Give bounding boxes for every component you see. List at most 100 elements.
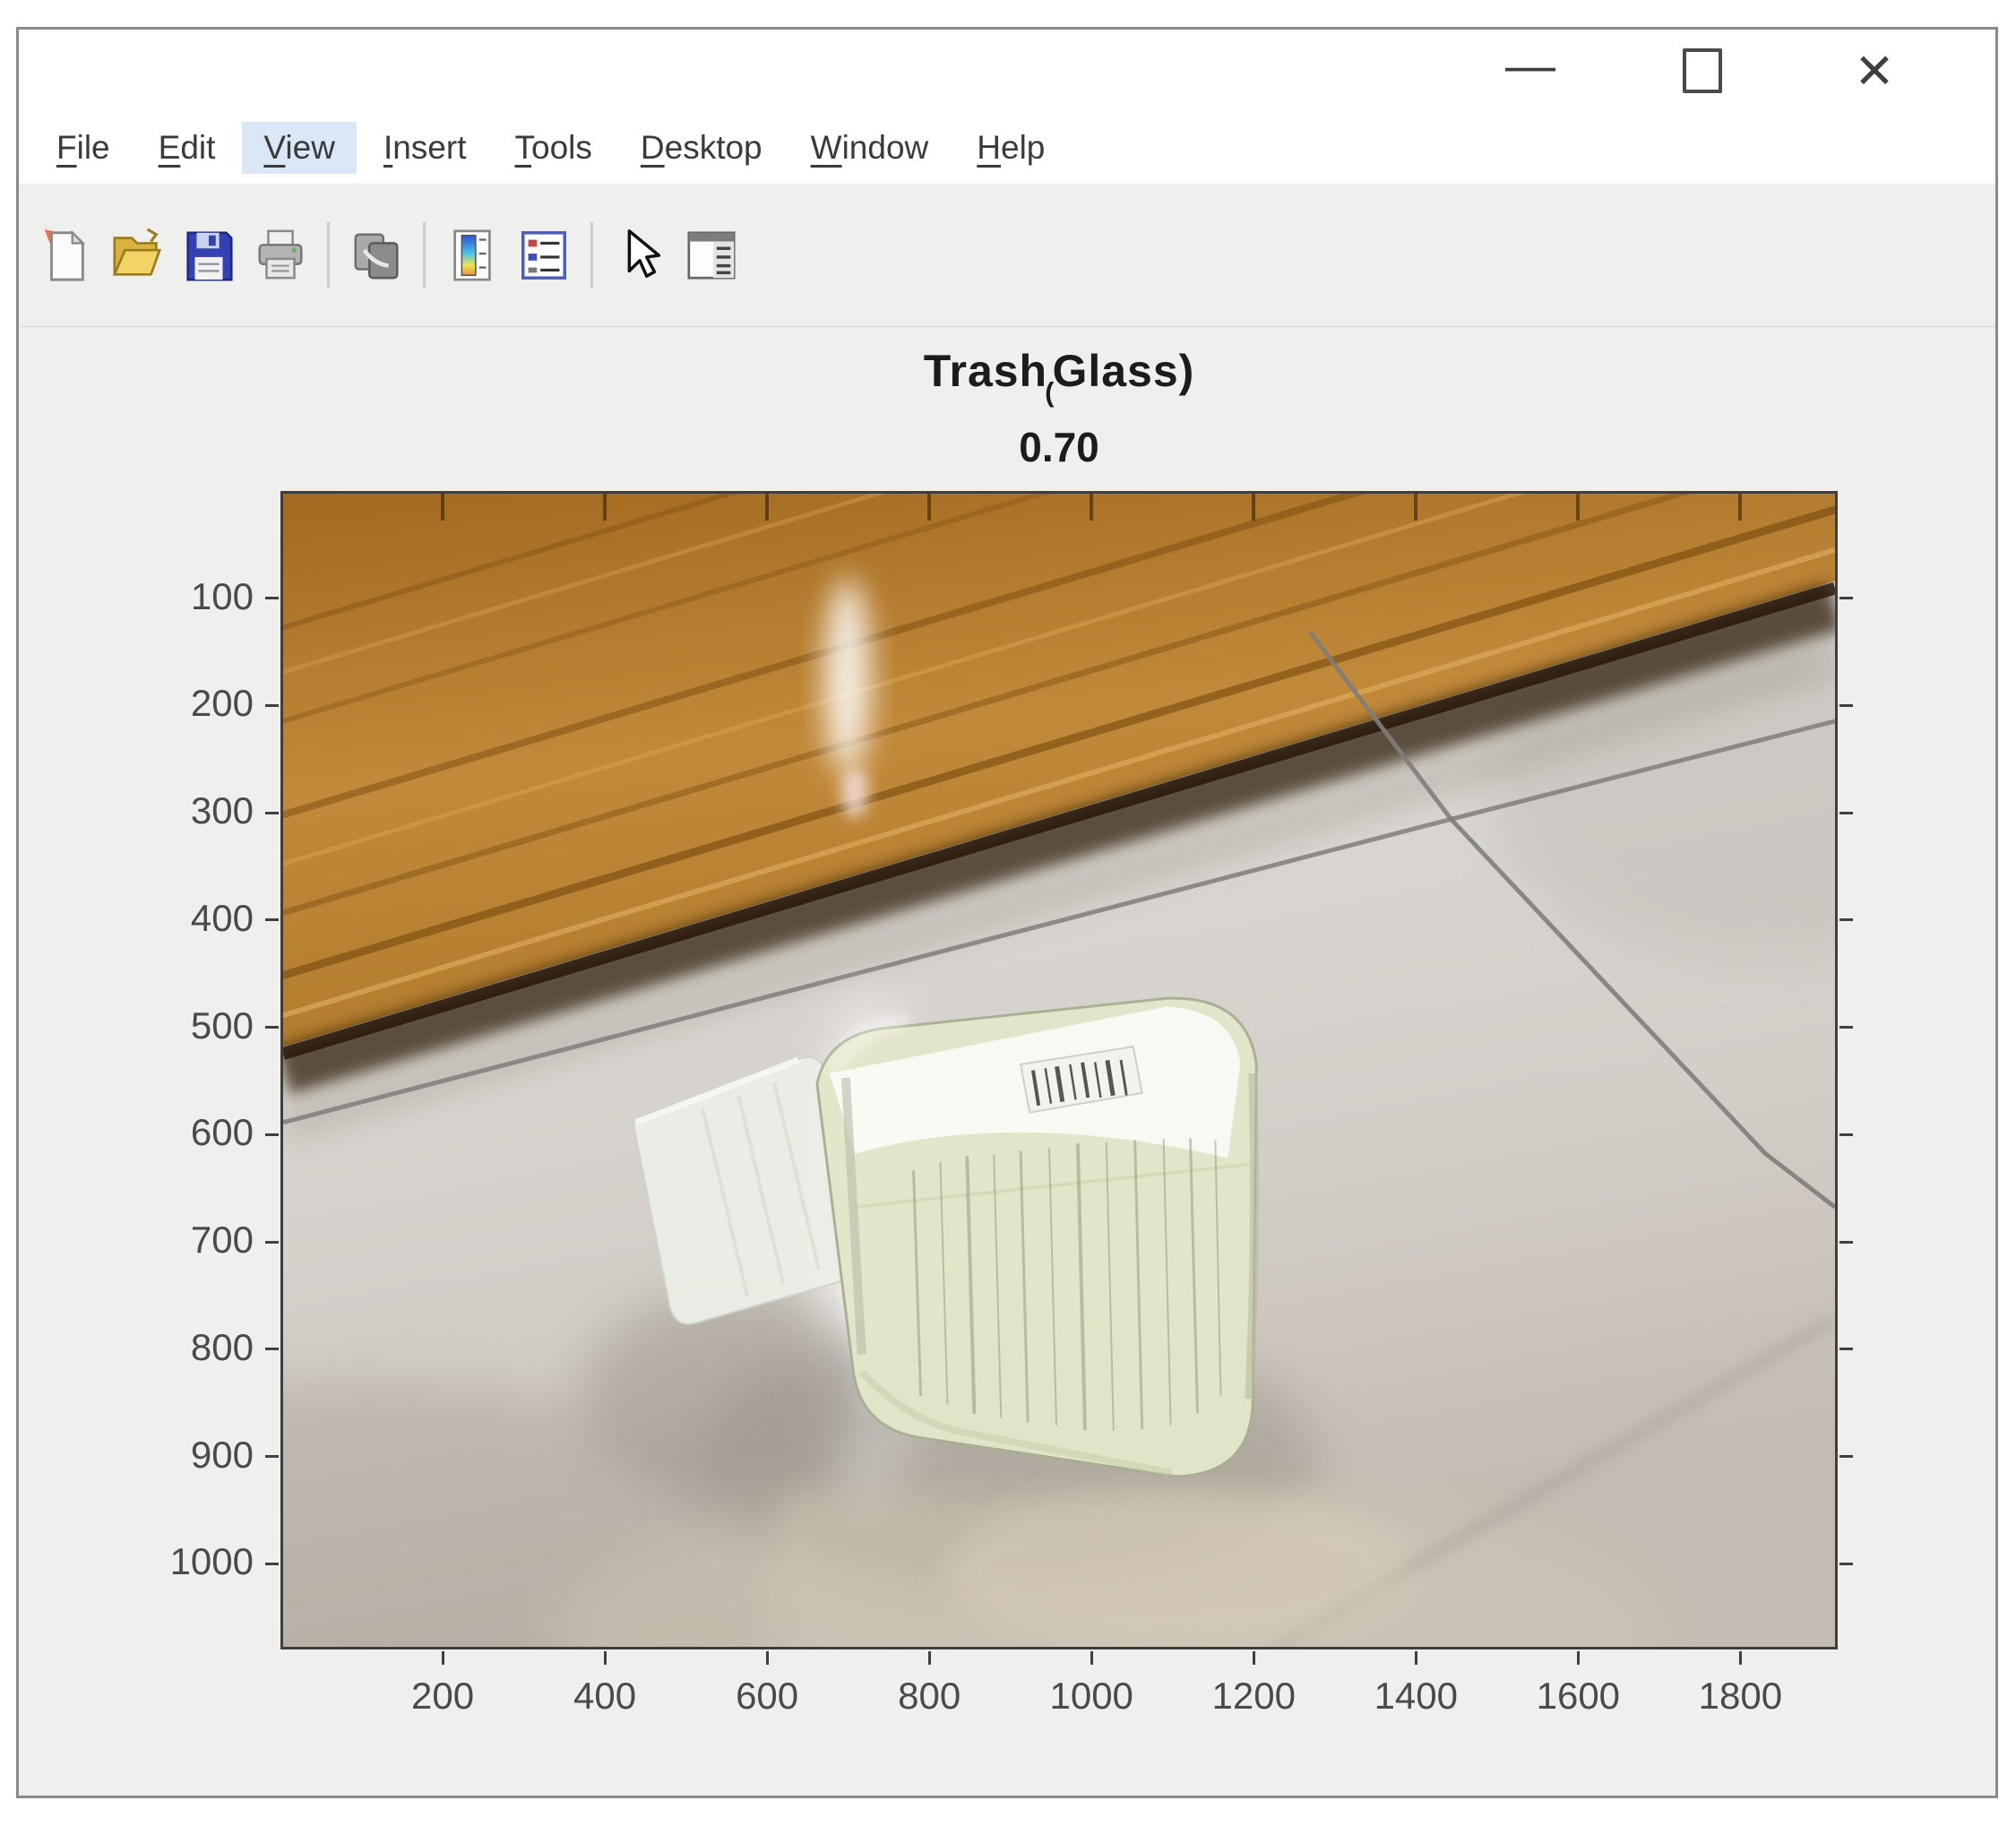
menu-item-desktop[interactable]: Desktop	[619, 122, 784, 174]
y-tick	[265, 812, 279, 814]
insert-legend-icon	[516, 226, 572, 285]
x-tick-label: 600	[695, 1675, 839, 1718]
x-tick-top	[1576, 494, 1580, 521]
x-tick-label: 400	[533, 1675, 676, 1718]
x-tick-label: 1600	[1506, 1675, 1650, 1718]
minimize-button[interactable]: —	[1499, 33, 1562, 108]
menu-bar: FileEditViewInsertToolsDesktopWindowHelp	[19, 112, 1995, 184]
y-tick-right	[1839, 1133, 1853, 1136]
menu-item-insert[interactable]: Insert	[362, 122, 488, 174]
y-tick-label: 200	[101, 682, 254, 725]
y-tick-right	[1839, 918, 1853, 921]
cap-shadow	[582, 1292, 877, 1497]
maximize-button[interactable]	[1671, 39, 1734, 102]
x-tick-label: 800	[857, 1675, 1001, 1718]
open-file-button[interactable]	[101, 214, 173, 297]
menu-item-file[interactable]: File	[35, 122, 132, 174]
property-inspector-button[interactable]	[676, 214, 747, 297]
y-tick-right	[1839, 1348, 1853, 1350]
x-tick	[928, 1651, 931, 1665]
menu-item-view[interactable]: View	[242, 122, 357, 174]
y-tick	[265, 1026, 279, 1029]
menu-item-tools[interactable]: Tools	[494, 122, 614, 174]
toolbar-separator	[590, 222, 593, 289]
y-tick-right	[1839, 704, 1853, 707]
x-tick-top	[441, 494, 444, 521]
bottle-right-shading	[1249, 1073, 1254, 1399]
y-tick	[265, 597, 279, 599]
y-tick	[265, 1455, 279, 1458]
insert-colorbar-button[interactable]	[436, 214, 508, 297]
y-tick	[265, 704, 279, 707]
wood-shine-dot	[841, 768, 868, 818]
x-tick-top	[927, 494, 931, 521]
print-figure-button[interactable]	[245, 214, 316, 297]
figure-toolbar	[19, 184, 1995, 327]
y-tick	[265, 918, 279, 921]
y-tick-right	[1839, 1026, 1853, 1029]
y-tick	[265, 1241, 279, 1244]
classification-title: Trash(Glass)	[280, 345, 1838, 409]
y-tick-right	[1839, 812, 1853, 814]
x-tick-top	[1252, 494, 1255, 521]
y-tick-label: 900	[101, 1434, 254, 1477]
link-plot-button[interactable]	[340, 214, 412, 297]
y-tick-label: 400	[101, 897, 254, 940]
open-file-icon	[109, 226, 165, 285]
new-figure-button[interactable]	[30, 214, 101, 297]
y-tick-label: 500	[101, 1004, 254, 1047]
x-tick-label: 1200	[1182, 1675, 1325, 1718]
y-tick	[265, 1563, 279, 1565]
x-tick-label: 1400	[1344, 1675, 1487, 1718]
menu-item-edit[interactable]: Edit	[137, 122, 237, 174]
print-figure-icon	[253, 226, 308, 285]
x-tick	[1253, 1651, 1255, 1665]
y-tick-label: 1000	[101, 1540, 254, 1583]
x-tick	[1415, 1651, 1417, 1665]
menu-item-help[interactable]: Help	[955, 122, 1066, 174]
save-figure-button[interactable]	[173, 214, 245, 297]
insert-legend-button[interactable]	[508, 214, 580, 297]
y-tick-label: 300	[101, 789, 254, 832]
maximize-icon	[1683, 48, 1722, 93]
window-titlebar: — ✕	[19, 30, 1995, 112]
y-tick-right	[1839, 1455, 1853, 1458]
toolbar-separator	[327, 222, 330, 289]
y-tick-label: 700	[101, 1219, 254, 1262]
x-tick	[604, 1651, 607, 1665]
screenshot-stage: — ✕ ↘ FileEditViewInsertToolsDesktopWind…	[0, 0, 2016, 1826]
save-figure-icon	[181, 226, 237, 285]
y-tick	[265, 1348, 279, 1350]
new-figure-icon	[38, 226, 93, 285]
y-tick-label: 100	[101, 575, 254, 618]
confidence-value: 0.70	[280, 423, 1838, 471]
y-tick-right	[1839, 1241, 1853, 1244]
close-button[interactable]: ✕	[1843, 39, 1906, 102]
toolbar-separator	[423, 222, 426, 289]
x-tick	[1739, 1651, 1742, 1665]
menu-item-window[interactable]: Window	[789, 122, 951, 174]
x-tick	[1577, 1651, 1580, 1665]
window-controls: — ✕	[1499, 37, 1906, 105]
x-tick-top	[1090, 494, 1093, 521]
x-tick-label: 1000	[1020, 1675, 1163, 1718]
x-tick	[766, 1651, 769, 1665]
image-axes	[280, 491, 1838, 1649]
x-tick-label: 200	[371, 1675, 514, 1718]
edit-plot-button[interactable]	[604, 214, 676, 297]
axes-title: Trash(Glass) 0.70	[280, 345, 1838, 471]
matlab-figure-window: — ✕ ↘ FileEditViewInsertToolsDesktopWind…	[16, 27, 1998, 1798]
insert-colorbar-icon	[444, 226, 500, 285]
displayed-photo	[283, 494, 1835, 1647]
wood-shine-highlight	[824, 579, 871, 775]
x-tick-top	[1738, 494, 1742, 521]
x-tick	[442, 1651, 444, 1665]
edit-plot-arrow-icon	[612, 226, 668, 285]
y-tick-label: 600	[101, 1111, 254, 1154]
y-tick	[265, 1133, 279, 1136]
link-plot-icon	[349, 226, 404, 285]
x-tick-label: 1800	[1668, 1675, 1812, 1718]
y-tick-label: 800	[101, 1326, 254, 1369]
property-inspector-icon	[684, 226, 739, 285]
x-tick-top	[765, 494, 769, 521]
